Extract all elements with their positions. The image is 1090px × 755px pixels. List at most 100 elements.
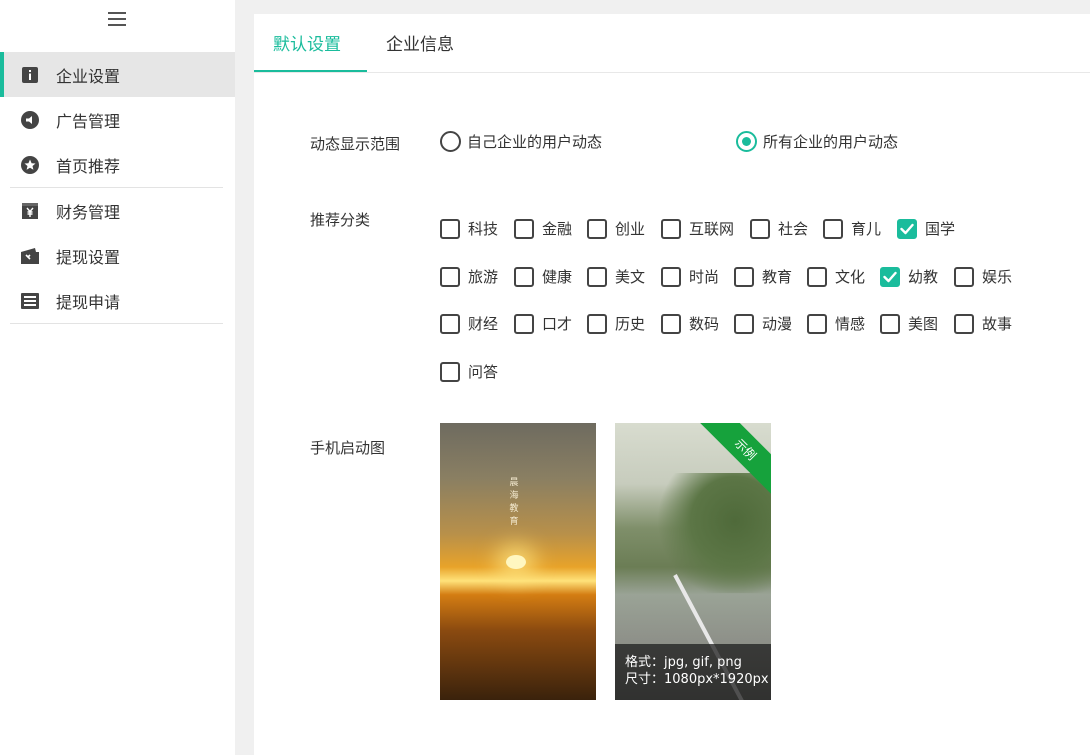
category-label-text: 旅游 bbox=[468, 268, 499, 286]
checkbox-icon[interactable] bbox=[587, 266, 607, 287]
checkbox-icon[interactable] bbox=[440, 361, 460, 382]
sidebar-item-label: 财务管理 bbox=[56, 202, 121, 222]
category-checkbox[interactable]: 情感 bbox=[807, 313, 865, 334]
category-checkbox[interactable]: 问答 bbox=[440, 361, 498, 382]
size-text: 尺寸：1080px*1920px bbox=[625, 672, 769, 687]
checkbox-icon[interactable] bbox=[661, 266, 681, 287]
checkbox-icon[interactable] bbox=[823, 218, 843, 239]
sidebar-item-withdraw-settings[interactable]: 提现设置 bbox=[0, 233, 235, 278]
radio-circle[interactable] bbox=[440, 131, 461, 152]
tab-bar: 默认设置 企业信息 bbox=[254, 14, 1090, 73]
category-checkbox[interactable]: 口才 bbox=[514, 313, 572, 334]
category-checkbox[interactable]: 娱乐 bbox=[954, 266, 1012, 287]
settings-panel: 默认设置 企业信息 动态显示范围 自己企业的用户动态 所有企业的用户动态 推荐分… bbox=[254, 14, 1090, 755]
checkbox-icon[interactable] bbox=[587, 313, 607, 334]
category-checkbox[interactable]: 财经 bbox=[440, 313, 498, 334]
checkbox-icon[interactable] bbox=[750, 218, 770, 239]
sidebar-nav: 企业设置 广告管理 首页推荐 财务管理 提现设置 提现申请 bbox=[0, 52, 235, 324]
sidebar-item-homepage-recommend[interactable]: 首页推荐 bbox=[0, 142, 235, 187]
category-checkbox[interactable]: 育儿 bbox=[823, 218, 881, 239]
sidebar-item-company-settings[interactable]: 企业设置 bbox=[0, 52, 235, 97]
list-icon bbox=[20, 291, 40, 311]
category-checkbox[interactable]: 社会 bbox=[750, 218, 808, 239]
category-label-text: 国学 bbox=[925, 220, 956, 238]
active-tab-indicator bbox=[254, 70, 367, 72]
checkbox-icon[interactable] bbox=[954, 313, 974, 334]
category-checkbox[interactable]: 创业 bbox=[587, 218, 645, 239]
splash-image-watermark: 晨海教育 bbox=[509, 478, 519, 527]
radio-own-company[interactable]: 自己企业的用户动态 bbox=[440, 131, 602, 152]
category-label-text: 时尚 bbox=[689, 268, 720, 286]
category-checkbox[interactable]: 健康 bbox=[514, 266, 572, 287]
sidebar-item-label: 提现设置 bbox=[56, 247, 121, 267]
radio-all-companies[interactable]: 所有企业的用户动态 bbox=[736, 131, 898, 152]
category-label-text: 育儿 bbox=[851, 220, 882, 238]
trees-graphic bbox=[651, 473, 771, 593]
wallet-icon bbox=[20, 246, 40, 266]
category-checkbox[interactable]: 文化 bbox=[807, 266, 865, 287]
sidebar-item-ad-management[interactable]: 广告管理 bbox=[0, 97, 235, 142]
checkbox-checked-icon[interactable] bbox=[880, 266, 900, 287]
category-checkbox[interactable]: 美图 bbox=[880, 313, 938, 334]
tab-default-settings[interactable]: 默认设置 bbox=[273, 30, 341, 55]
radio-label: 所有企业的用户动态 bbox=[763, 133, 899, 151]
format-text: 格式：jpg, gif, png bbox=[625, 655, 742, 670]
category-label: 推荐分类 bbox=[310, 211, 371, 229]
category-checkbox[interactable]: 互联网 bbox=[661, 218, 734, 239]
splash-image-example: 示例 格式：jpg, gif, png 尺寸：1080px*1920px bbox=[615, 423, 771, 700]
category-checkbox[interactable]: 科技 bbox=[440, 218, 498, 239]
category-checkbox[interactable]: 时尚 bbox=[661, 266, 719, 287]
category-checkbox[interactable]: 幼教 bbox=[880, 266, 938, 287]
category-label-text: 口才 bbox=[542, 315, 573, 333]
category-checkbox[interactable]: 历史 bbox=[587, 313, 645, 334]
radio-circle[interactable] bbox=[736, 131, 757, 152]
radio-label: 自己企业的用户动态 bbox=[467, 133, 603, 151]
checkbox-icon[interactable] bbox=[661, 313, 681, 334]
category-checkbox[interactable]: 故事 bbox=[954, 313, 1012, 334]
splash-image-current[interactable]: 晨海教育 bbox=[440, 423, 596, 700]
checkbox-icon[interactable] bbox=[440, 313, 460, 334]
category-label-text: 历史 bbox=[615, 315, 646, 333]
category-label-text: 美文 bbox=[615, 268, 646, 286]
yen-icon bbox=[20, 201, 40, 221]
checkbox-icon[interactable] bbox=[514, 313, 534, 334]
category-label-text: 故事 bbox=[982, 315, 1013, 333]
sidebar-item-label: 首页推荐 bbox=[56, 156, 121, 176]
checkbox-icon[interactable] bbox=[807, 313, 827, 334]
category-checkbox[interactable]: 教育 bbox=[734, 266, 792, 287]
checkbox-checked-icon[interactable] bbox=[897, 218, 917, 239]
splash-label: 手机启动图 bbox=[310, 439, 386, 457]
category-label-text: 社会 bbox=[778, 220, 809, 238]
image-spec-caption: 格式：jpg, gif, png 尺寸：1080px*1920px bbox=[615, 644, 771, 700]
menu-toggle-icon[interactable] bbox=[108, 12, 126, 26]
checkbox-icon[interactable] bbox=[880, 313, 900, 334]
category-checkbox[interactable]: 动漫 bbox=[734, 313, 792, 334]
checkbox-icon[interactable] bbox=[440, 218, 460, 239]
category-label-text: 美图 bbox=[908, 315, 939, 333]
category-label-text: 娱乐 bbox=[982, 268, 1013, 286]
checkbox-icon[interactable] bbox=[587, 218, 607, 239]
checkbox-icon[interactable] bbox=[807, 266, 827, 287]
star-icon bbox=[20, 155, 40, 175]
category-label-text: 文化 bbox=[835, 268, 866, 286]
category-label-text: 健康 bbox=[542, 268, 573, 286]
checkbox-icon[interactable] bbox=[954, 266, 974, 287]
checkbox-icon[interactable] bbox=[661, 218, 681, 239]
checkbox-icon[interactable] bbox=[440, 266, 460, 287]
category-label-text: 问答 bbox=[468, 363, 499, 381]
tab-company-info[interactable]: 企业信息 bbox=[386, 30, 454, 55]
category-checkbox[interactable]: 数码 bbox=[661, 313, 719, 334]
checkbox-icon[interactable] bbox=[734, 313, 754, 334]
category-checkbox[interactable]: 金融 bbox=[514, 218, 572, 239]
scope-label: 动态显示范围 bbox=[310, 135, 401, 153]
category-checkbox[interactable]: 美文 bbox=[587, 266, 645, 287]
info-icon bbox=[20, 65, 40, 85]
checkbox-icon[interactable] bbox=[734, 266, 754, 287]
checkbox-icon[interactable] bbox=[514, 266, 534, 287]
sidebar-item-finance[interactable]: 财务管理 bbox=[0, 188, 235, 233]
category-checkbox[interactable]: 旅游 bbox=[440, 266, 498, 287]
category-label-text: 情感 bbox=[835, 315, 866, 333]
sidebar-item-withdraw-requests[interactable]: 提现申请 bbox=[0, 278, 235, 323]
checkbox-icon[interactable] bbox=[514, 218, 534, 239]
category-checkbox[interactable]: 国学 bbox=[897, 218, 955, 239]
